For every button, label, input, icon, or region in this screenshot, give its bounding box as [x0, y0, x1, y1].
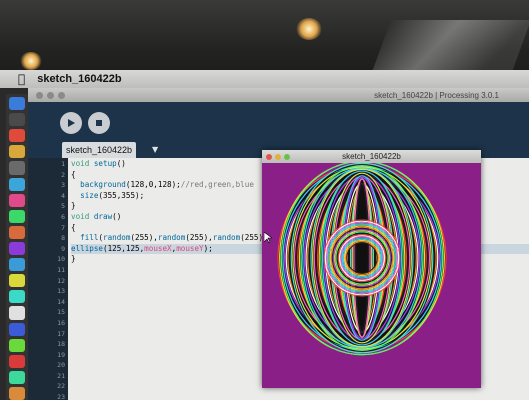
- line-number: 4: [61, 191, 65, 200]
- stop-icon: [96, 120, 102, 126]
- code-token: (128,0,128);: [125, 180, 181, 190]
- mouse-cursor-icon: [264, 232, 272, 244]
- code-token: (): [112, 211, 122, 221]
- code-token: random: [157, 233, 186, 243]
- line-number: 8: [61, 234, 65, 243]
- code-token: void: [71, 211, 94, 221]
- minimize-dot[interactable]: [47, 91, 54, 99]
- code-token: (125,125,: [103, 243, 145, 253]
- code-token: (255): [240, 233, 264, 243]
- dock-app-icon[interactable]: [9, 322, 25, 336]
- dock-app-icon[interactable]: [9, 338, 25, 352]
- line-number: 18: [57, 340, 65, 349]
- sketch-title-bar[interactable]: sketch_160422b: [262, 150, 481, 163]
- dock-app-icon[interactable]: [9, 354, 25, 368]
- dock-app-icon[interactable]: [9, 145, 25, 159]
- ellipse-trail: [277, 163, 447, 356]
- line-number: 22: [57, 382, 65, 391]
- dock-app-icon[interactable]: [9, 241, 25, 256]
- code-token: setup: [93, 159, 117, 168]
- line-number: 3: [61, 181, 65, 190]
- dock-app-icon[interactable]: [9, 129, 25, 143]
- dock-app-icon[interactable]: [9, 97, 25, 111]
- line-number: 12: [57, 276, 65, 285]
- line-number: 10: [57, 255, 65, 264]
- dock-app-icon[interactable]: [9, 193, 25, 207]
- close-dot[interactable]: [36, 91, 43, 99]
- sketch-output-window: sketch_160422b: [262, 150, 481, 388]
- code-token: size: [71, 190, 99, 200]
- run-button[interactable]: [60, 112, 82, 134]
- dock-app-icon[interactable]: [9, 113, 25, 127]
- dock-app-icon[interactable]: [9, 258, 25, 272]
- code-token: (): [116, 159, 126, 168]
- mac-dock: [6, 94, 28, 400]
- code-token: background: [71, 180, 126, 190]
- line-number: 6: [61, 212, 65, 221]
- ceiling-light: [20, 52, 42, 70]
- code-token: {: [71, 222, 76, 232]
- dock-app-icon[interactable]: [9, 209, 25, 223]
- dock-app-icon[interactable]: [9, 225, 25, 239]
- dock-app-icon[interactable]: [9, 386, 25, 400]
- dock-app-icon[interactable]: [9, 290, 25, 304]
- play-icon: [68, 119, 75, 127]
- code-token: ellipse: [71, 243, 104, 253]
- stop-button[interactable]: [88, 112, 110, 134]
- line-number: 7: [61, 223, 65, 232]
- line-number: 5: [61, 202, 65, 211]
- code-token: (355,355);: [98, 190, 145, 200]
- line-number: 2: [61, 170, 65, 179]
- line-number: 16: [57, 318, 65, 327]
- line-number: 17: [57, 329, 65, 338]
- line-number: 13: [57, 287, 65, 296]
- dock-app-icon[interactable]: [9, 306, 25, 320]
- line-number: 19: [57, 350, 65, 359]
- line-number: 15: [57, 308, 65, 317]
- code-token: }: [71, 254, 76, 264]
- line-number: 23: [57, 393, 65, 400]
- code-token: {: [71, 169, 76, 179]
- code-token: //red,green,blue: [180, 180, 254, 190]
- code-token: mouseY: [176, 243, 204, 253]
- sketch-window-title: sketch_160422b: [342, 152, 401, 161]
- line-number: 11: [57, 265, 65, 274]
- zoom-dot[interactable]: [58, 91, 65, 99]
- code-token: );: [203, 243, 213, 253]
- dock-app-icon[interactable]: [9, 370, 25, 384]
- tab-menu-arrow-icon[interactable]: ▼: [152, 145, 158, 154]
- menu-app-title[interactable]: sketch_160422b: [37, 73, 121, 85]
- dock-app-icon[interactable]: [9, 274, 25, 288]
- editor-toolbar: [28, 102, 529, 142]
- line-number: 1: [61, 160, 65, 168]
- code-token: (255),: [130, 233, 158, 243]
- dock-app-icon[interactable]: [9, 161, 25, 175]
- menu-bar:  sketch_160422b: [0, 70, 529, 88]
- tab-sketch[interactable]: sketch_160422b: [62, 142, 136, 158]
- code-token: random: [212, 233, 241, 243]
- code-token: random: [103, 233, 131, 243]
- code-token: mouseX: [144, 243, 172, 253]
- line-number: 9: [61, 244, 65, 253]
- editor-title-bar[interactable]: sketch_160422b | Processing 3.0.1: [28, 88, 529, 102]
- code-token: }: [71, 201, 76, 211]
- code-token: fill: [71, 233, 99, 243]
- line-number: 14: [57, 297, 65, 306]
- code-token: (255),: [185, 233, 213, 243]
- dock-app-icon[interactable]: [9, 177, 25, 191]
- ceiling-light: [296, 18, 322, 40]
- line-number: 20: [57, 361, 65, 370]
- code-token: void: [71, 159, 94, 168]
- editor-window-title: sketch_160422b | Processing 3.0.1: [374, 90, 499, 100]
- line-number: 21: [57, 371, 65, 380]
- sketch-canvas[interactable]: [262, 163, 481, 388]
- code-token: draw: [93, 211, 113, 221]
- line-number-gutter: 1 2 3 4 5 6 7 8 9 10 11 12 13 14 15 16 17 18 19 20 21 22 23: [28, 158, 68, 400]
- apple-icon[interactable]: : [18, 72, 25, 86]
